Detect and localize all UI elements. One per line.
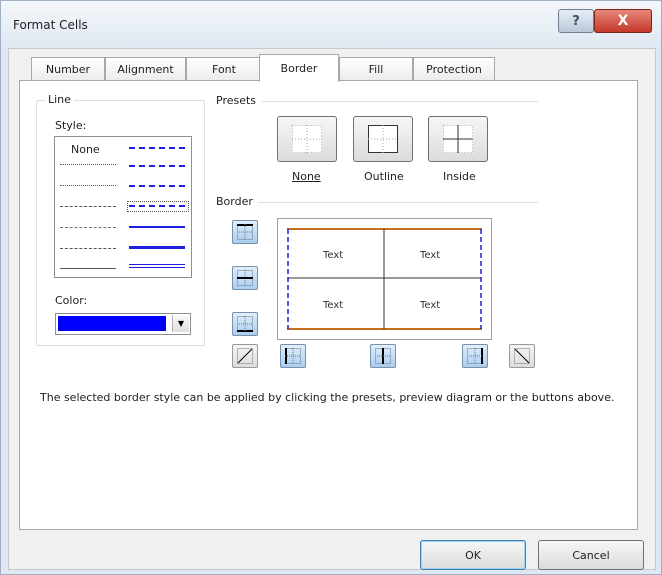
top-border-button[interactable] — [232, 220, 258, 244]
border-separator — [258, 202, 538, 203]
preset-inside-label: Inside — [443, 170, 476, 183]
diagonal-up-border-button[interactable] — [232, 344, 258, 368]
style-medium-dashed[interactable] — [129, 205, 185, 207]
style-slanted-dash-dot[interactable] — [129, 165, 185, 167]
style-dash-dot-dot[interactable] — [60, 206, 116, 207]
preset-none-label-text: None — [292, 170, 321, 183]
preset-outline-label: Outline — [364, 170, 404, 183]
preset-none-label: None — [292, 170, 328, 183]
top-border-icon — [237, 224, 253, 240]
ok-button[interactable]: OK — [420, 540, 526, 570]
right-border-button[interactable] — [462, 344, 488, 368]
diagonal-up-border-icon — [237, 348, 253, 364]
preview-text-top-right: Text — [420, 250, 441, 261]
preview-borders[interactable] — [278, 219, 491, 339]
border-preview-diagram[interactable]: Text Text Text Text — [277, 218, 492, 340]
dropdown-arrow-icon[interactable]: ▼ — [172, 315, 189, 332]
panel-content: Line Style: None Color: ▼ Presets None O… — [0, 0, 662, 575]
line-group-label: Line — [45, 93, 74, 106]
preview-text-top-left: Text — [323, 250, 344, 261]
style-none-option[interactable]: None — [71, 143, 100, 156]
cancel-button-label: Cancel — [572, 548, 610, 562]
border-help-text: The selected border style can be applied… — [40, 391, 615, 404]
right-border-icon — [467, 348, 483, 364]
left-border-button[interactable] — [280, 344, 306, 368]
preview-text-bottom-left: Text — [323, 300, 344, 311]
selected-color-swatch — [58, 316, 166, 331]
presets-label: Presets — [216, 94, 257, 107]
color-dropdown[interactable]: ▼ — [55, 313, 191, 335]
style-dash-dot[interactable] — [60, 227, 116, 228]
preview-text-bottom-right: Text — [420, 300, 441, 311]
inside-vertical-border-icon — [375, 348, 391, 364]
bottom-border-icon — [237, 316, 253, 332]
presets-separator — [262, 101, 538, 102]
color-label: Color: — [55, 294, 88, 307]
ok-button-label: OK — [465, 548, 481, 562]
inside-vertical-border-button[interactable] — [370, 344, 396, 368]
style-thick[interactable] — [129, 246, 185, 249]
preset-none-button[interactable] — [277, 116, 337, 162]
cancel-button[interactable]: Cancel — [538, 540, 644, 570]
diagonal-down-border-button[interactable] — [509, 344, 535, 368]
preset-inside-button[interactable] — [428, 116, 488, 162]
preset-none-icon — [292, 125, 322, 153]
inside-horizontal-border-button[interactable] — [232, 266, 258, 290]
style-thin[interactable] — [60, 268, 116, 269]
style-hair-dotted[interactable] — [60, 164, 116, 165]
preset-outline-button[interactable] — [353, 116, 413, 162]
style-double[interactable] — [129, 264, 185, 268]
preset-outline-icon — [368, 125, 398, 153]
inside-horizontal-border-icon — [237, 270, 253, 286]
style-dotted[interactable] — [60, 185, 116, 186]
style-medium-dash-dot[interactable] — [129, 185, 185, 187]
line-style-list[interactable]: None — [54, 136, 192, 278]
style-medium-dash-dot-dot[interactable] — [129, 147, 185, 149]
bottom-border-button[interactable] — [232, 312, 258, 336]
left-border-icon — [285, 348, 301, 364]
style-medium[interactable] — [129, 226, 185, 228]
border-label: Border — [216, 195, 253, 208]
style-dashed[interactable] — [60, 248, 116, 249]
diagonal-down-border-icon — [514, 348, 530, 364]
style-label: Style: — [55, 119, 87, 132]
preset-inside-icon — [443, 125, 473, 153]
